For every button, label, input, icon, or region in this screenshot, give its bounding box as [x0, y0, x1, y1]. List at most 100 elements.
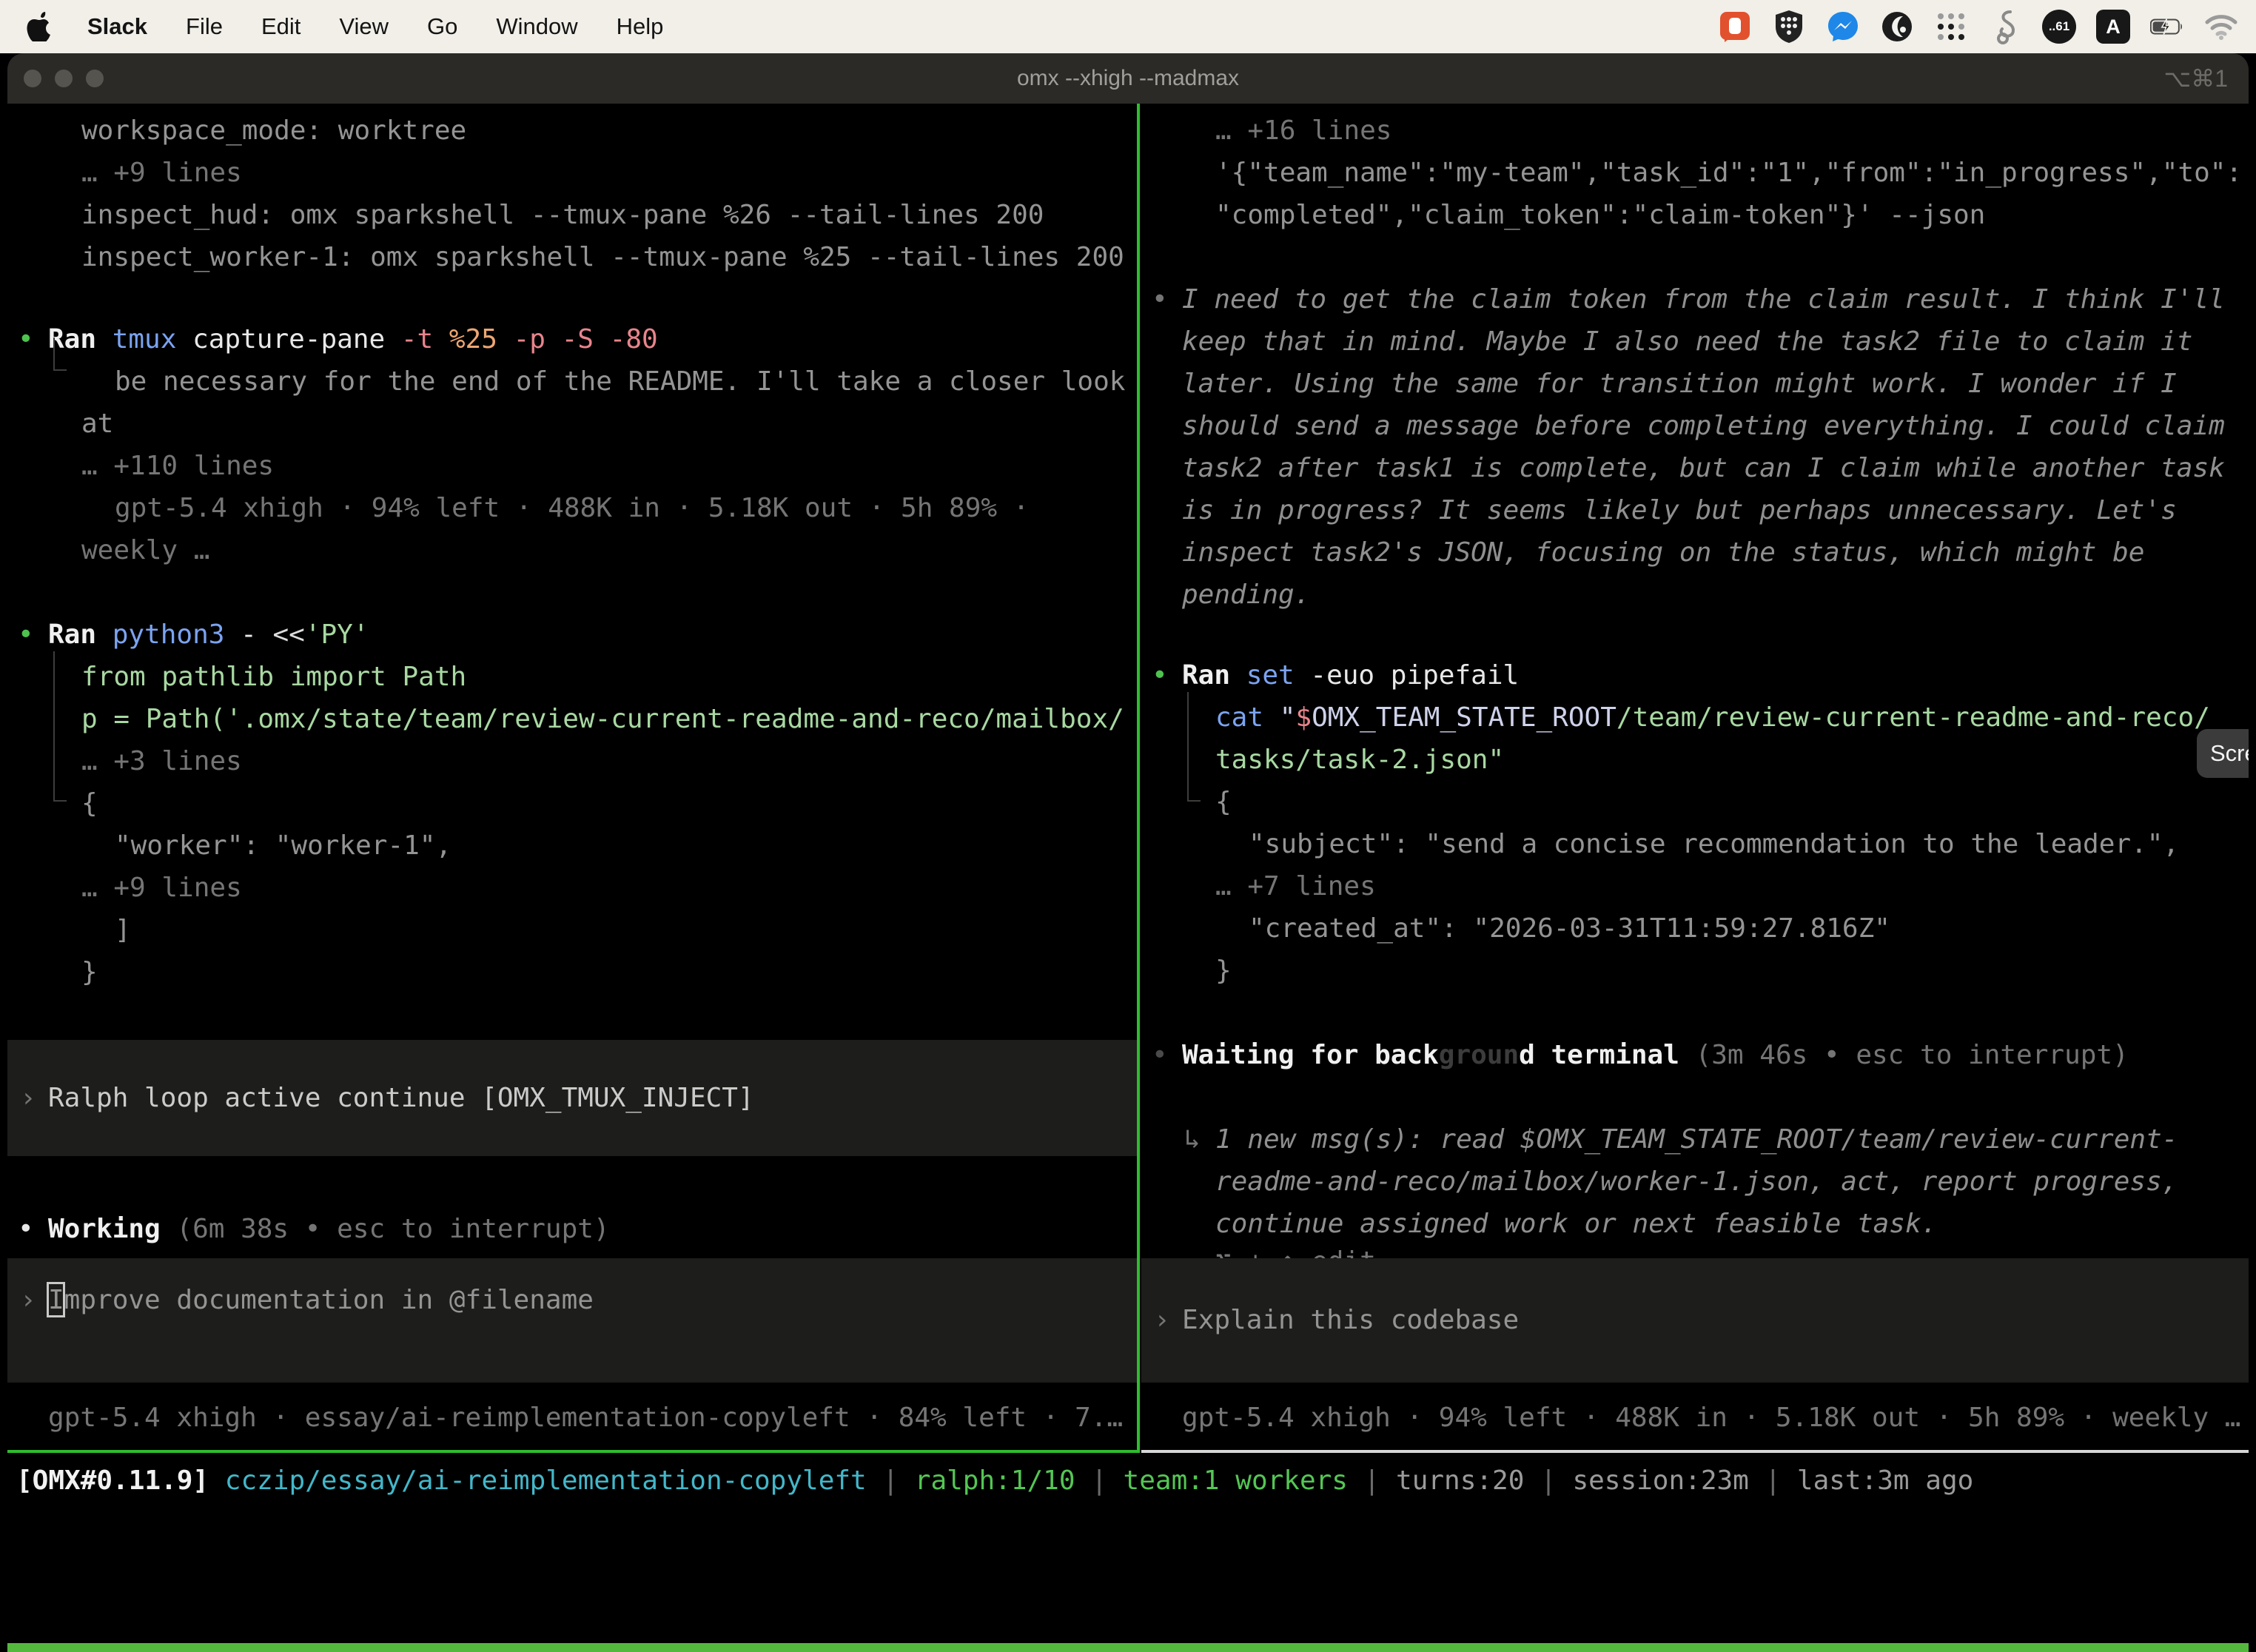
- terminal-line: … +3 lines: [7, 740, 1137, 782]
- input-line: › Explain this codebase: [1141, 1299, 2249, 1341]
- input-source-icon[interactable]: A: [2096, 10, 2130, 44]
- ralph-loop-banner: › Ralph loop active continue [OMX_TMUX_I…: [7, 1040, 1137, 1156]
- working-status-line: • Working (6m 38s • esc to interrupt): [7, 1208, 1137, 1250]
- terminal-line: gpt-5.4 xhigh · 94% left · 488K in · 5.1…: [7, 487, 1137, 529]
- prompt-input-left[interactable]: › Improve documentation in @filename: [7, 1258, 1137, 1383]
- window-title: omx --xhigh --madmax: [7, 53, 2249, 104]
- menu-item-help[interactable]: Help: [617, 13, 664, 40]
- terminal-line: "subject": "send a concise recommendatio…: [1141, 823, 2249, 865]
- terminal-line: … +9 lines: [7, 152, 1137, 194]
- terminal-line: "worker": "worker-1",: [7, 825, 1137, 867]
- bullet-icon: •: [1152, 1034, 1168, 1076]
- input-line: › Improve documentation in @filename: [7, 1279, 1137, 1321]
- thinking-line: task2 after task1 is complete, but can I…: [1141, 447, 2249, 489]
- window-titlebar: omx --xhigh --madmax ⌥⌘1: [7, 53, 2249, 104]
- c-circle-icon[interactable]: [1880, 10, 1914, 44]
- waiting-status-line: • Waiting for background terminal (3m 46…: [1141, 1034, 2249, 1076]
- pane-divider-bottom-left: [7, 1450, 1137, 1453]
- menu-status-icons: ..61 A: [1718, 0, 2238, 53]
- mailbox-message-line: ↳ 1 new msg(s): read $OMX_TEAM_STATE_ROO…: [1141, 1118, 2249, 1161]
- bullet-icon: •: [18, 1208, 34, 1250]
- text-cursor: [47, 1282, 65, 1317]
- pane-left[interactable]: workspace_mode: worktree … +9 lines insp…: [7, 104, 1137, 1450]
- pane-divider-bottom-right: [1141, 1450, 2249, 1453]
- model-status-line: gpt-5.4 xhigh · 94% left · 488K in · 5.1…: [1141, 1397, 2249, 1439]
- bullet-icon: •: [18, 614, 34, 656]
- tmux-session-label[interactable]: [omx-cczip0:bash*: [13, 1643, 286, 1652]
- terminal-line: cat "$OMX_TEAM_STATE_ROOT/team/review-cu…: [1141, 696, 2249, 739]
- terminal-line: p = Path('.omx/state/team/review-current…: [7, 698, 1137, 740]
- pane-right[interactable]: … +16 lines '{"team_name":"my-team","tas…: [1141, 104, 2249, 1450]
- thinking-line: • I need to get the claim token from the…: [1141, 278, 2249, 320]
- thinking-line: should send a message before completing …: [1141, 405, 2249, 447]
- prompt-icon: ›: [1154, 1299, 1170, 1341]
- terminal-line: }: [1141, 950, 2249, 992]
- terminal-line: inspect_hud: omx sparkshell --tmux-pane …: [7, 194, 1137, 236]
- bullet-icon: •: [1152, 654, 1168, 696]
- terminal-line: {: [1141, 781, 2249, 823]
- omx-hud-statusline: [OMX#0.11.9] cczip/essay/ai-reimplementa…: [16, 1460, 1973, 1502]
- thinking-line: later. Using the same for transition mig…: [1141, 363, 2249, 405]
- pane-divider-vertical[interactable]: [1137, 104, 1140, 1453]
- input-placeholder: Explain this codebase: [1182, 1299, 1519, 1341]
- terminal-line: • Ran python3 - <<'PY': [7, 614, 1137, 656]
- terminal-line: '{"team_name":"my-team","task_id":"1","f…: [1141, 152, 2249, 194]
- thinking-line: is in progress? It seems likely but perh…: [1141, 489, 2249, 531]
- app-grid-icon[interactable]: [1934, 10, 1968, 44]
- terminal-line: from pathlib import Path: [7, 656, 1137, 698]
- bullet-icon: •: [18, 318, 34, 360]
- terminal-line: }: [7, 951, 1137, 993]
- desktop: Slack File Edit View Go Window Help: [0, 0, 2256, 1652]
- menu-item-window[interactable]: Window: [496, 13, 577, 40]
- menu-bar: Slack File Edit View Go Window Help: [0, 0, 2256, 53]
- wifi-icon[interactable]: [2204, 10, 2238, 44]
- mailbox-message-line: readme-and-reco/mailbox/worker-1.json, a…: [1141, 1161, 2249, 1203]
- terminal-line: › Ralph loop active continue [OMX_TMUX_I…: [7, 1077, 1137, 1119]
- input-placeholder: Improve documentation in @filename: [48, 1279, 594, 1321]
- menu-item-view[interactable]: View: [339, 13, 389, 40]
- badge-61-label: ..61: [2049, 19, 2069, 34]
- thinking-line: inspect task2's JSON, focusing on the st…: [1141, 531, 2249, 574]
- terminal-content: workspace_mode: worktree … +9 lines insp…: [7, 104, 2249, 1652]
- terminal-line: be necessary for the end of the README. …: [7, 360, 1137, 403]
- terminal-line: "created_at": "2026-03-31T11:59:27.816Z": [1141, 907, 2249, 950]
- terminal-line: • Ran tmux capture-pane -t %25 -p -S -80: [7, 318, 1137, 360]
- battery-icon[interactable]: [2150, 10, 2184, 44]
- messenger-icon[interactable]: [1826, 10, 1860, 44]
- terminal-line: workspace_mode: worktree: [7, 110, 1137, 152]
- prompt-icon: ›: [20, 1279, 36, 1321]
- prompt-input-right[interactable]: › Explain this codebase: [1141, 1258, 2249, 1383]
- model-status-line: gpt-5.4 xhigh · essay/ai-reimplementatio…: [7, 1397, 1137, 1439]
- input-source-label: A: [2106, 16, 2121, 38]
- terminal-line: … +9 lines: [7, 867, 1137, 909]
- window-shortcut: ⌥⌘1: [2163, 53, 2228, 104]
- apple-icon[interactable]: [27, 12, 52, 41]
- tmux-host-clock: "MacBook-Pro-44.local" 05:03 31-Mar-26: [1631, 1643, 2241, 1652]
- terminal-line: • Ran set -euo pipefail: [1141, 654, 2249, 696]
- terminal-window: omx --xhigh --madmax ⌥⌘1 workspace_mode:…: [7, 53, 2249, 1652]
- terminal-line: … +16 lines: [1141, 110, 2249, 152]
- terminal-line: … +110 lines: [7, 445, 1137, 487]
- hook-icon[interactable]: [1988, 10, 2022, 44]
- mailbox-message-line: continue assigned work or next feasible …: [1141, 1203, 2249, 1245]
- terminal-line: "completed","claim_token":"claim-token"}…: [1141, 194, 2249, 236]
- menu-item-file[interactable]: File: [186, 13, 223, 40]
- bullet-icon: •: [1152, 278, 1168, 320]
- terminal-line: weekly …: [7, 529, 1137, 571]
- terminal-line: tasks/task-2.json": [1141, 739, 2249, 781]
- screen-edge-tooltip[interactable]: Scre: [2197, 729, 2249, 778]
- thinking-line: keep that in mind. Maybe I also need the…: [1141, 320, 2249, 363]
- reply-arrow-icon: ↳: [1184, 1118, 1201, 1161]
- menu-item-go[interactable]: Go: [427, 13, 457, 40]
- badge-61-icon[interactable]: ..61: [2042, 10, 2076, 44]
- terminal-line: at: [7, 403, 1137, 445]
- screen-record-icon[interactable]: [1718, 10, 1752, 44]
- terminal-line: inspect_worker-1: omx sparkshell --tmux-…: [7, 236, 1137, 278]
- keypad-shield-icon[interactable]: [1772, 10, 1806, 44]
- prompt-icon: ›: [20, 1077, 36, 1119]
- thinking-line: pending.: [1141, 574, 2249, 616]
- menu-item-edit[interactable]: Edit: [261, 13, 301, 40]
- terminal-line: … +7 lines: [1141, 865, 2249, 907]
- tmux-status-bar: [omx-cczip0:bash* "MacBook-Pro-44.local"…: [7, 1643, 2249, 1652]
- menu-app-name[interactable]: Slack: [87, 13, 147, 40]
